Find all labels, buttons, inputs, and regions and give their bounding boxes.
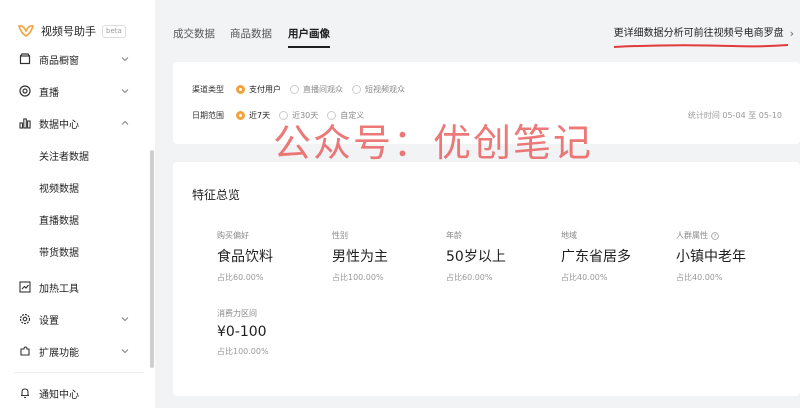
chevron-down-icon bbox=[121, 89, 129, 94]
feature-label: 地域 bbox=[561, 231, 577, 240]
sidebar-item-shop-window[interactable]: 商品橱窗 bbox=[0, 47, 150, 71]
feature-ratio: 占比40.00% bbox=[676, 273, 723, 282]
sidebar-subitem-sales-data[interactable]: 带货数据 bbox=[39, 241, 79, 261]
radio-last-7-days[interactable]: 近7天 bbox=[236, 110, 270, 121]
tab-transaction-data[interactable]: 成交数据 bbox=[173, 24, 215, 44]
feature-age: 年龄 50岁以上 占比60.00% bbox=[446, 230, 556, 283]
feature-value: 50岁以上 bbox=[446, 249, 506, 265]
live-icon bbox=[19, 85, 31, 97]
beta-badge: beta bbox=[102, 24, 126, 38]
feature-purchase-preference: 购买偏好 食品饮料 占比60.00% bbox=[217, 230, 327, 283]
feature-label-text: 人群属性 bbox=[676, 231, 708, 240]
sidebar-divider bbox=[14, 372, 144, 373]
puzzle-icon bbox=[20, 346, 30, 356]
chevron-right-icon: › bbox=[789, 27, 794, 40]
radio-live-viewers[interactable]: 直播间观众 bbox=[290, 84, 343, 95]
gear-icon bbox=[19, 313, 31, 325]
feature-label: 人群属性 ? bbox=[676, 230, 786, 241]
sidebar-subitem-live-data[interactable]: 直播数据 bbox=[39, 209, 79, 229]
sidebar-item-label: 加热工具 bbox=[39, 283, 79, 295]
feature-crowd-attribute: 人群属性 ? 小镇中老年 占比40.00% bbox=[676, 230, 786, 283]
feature-ratio: 占比40.00% bbox=[561, 273, 608, 282]
sidebar-item-label: 数据中心 bbox=[39, 119, 79, 131]
tab-product-data[interactable]: 商品数据 bbox=[230, 24, 272, 44]
channels-logo-icon bbox=[18, 25, 34, 37]
feature-value: 广东省居多 bbox=[561, 249, 631, 265]
sidebar-item-live[interactable]: 直播 bbox=[0, 79, 150, 103]
sidebar-item-data-center[interactable]: 数据中心 bbox=[0, 111, 150, 135]
feature-region: 地域 广东省居多 占比40.00% bbox=[561, 230, 671, 283]
trend-icon bbox=[19, 281, 31, 293]
compass-link-text: 更详细数据分析可前往视频号电商罗盘 bbox=[613, 28, 784, 39]
feature-label: 年龄 bbox=[446, 231, 462, 240]
sidebar-item-label: 扩展功能 bbox=[39, 347, 79, 359]
radio-label: 近7天 bbox=[249, 110, 271, 120]
chevron-up-icon bbox=[121, 120, 129, 125]
chevron-down-icon bbox=[121, 57, 129, 62]
sidebar-item-settings[interactable]: 设置 bbox=[0, 307, 150, 331]
sidebar-scrollbar[interactable] bbox=[150, 150, 154, 368]
sidebar-item-extensions[interactable]: 扩展功能 bbox=[0, 339, 150, 363]
top-tabs-bar: 成交数据 商品数据 用户画像 更详细数据分析可前往视频号电商罗盘 › bbox=[155, 0, 800, 62]
tab-user-portrait[interactable]: 用户画像 bbox=[288, 24, 330, 48]
watermark-text: 公众号：优创笔记 bbox=[273, 121, 594, 165]
sidebar-item-label: 通知中心 bbox=[39, 389, 79, 401]
sidebar-item-label: 商品橱窗 bbox=[39, 55, 79, 67]
radio-paying-users[interactable]: 支付用户 bbox=[236, 84, 281, 95]
feature-spending-range: 消费力区间 ¥0-100 占比100.00% bbox=[217, 308, 327, 357]
feature-value: 小镇中老年 bbox=[676, 249, 746, 265]
bell-icon bbox=[21, 388, 29, 399]
feature-overview-card: 特征总览 购买偏好 食品饮料 占比60.00% 性别 男性为主 占比100.00… bbox=[173, 162, 800, 396]
shop-icon bbox=[19, 53, 31, 65]
question-circle-icon[interactable]: ? bbox=[711, 231, 719, 240]
feature-ratio: 占比100.00% bbox=[217, 347, 269, 356]
radio-video-viewers[interactable]: 短视频观众 bbox=[352, 84, 405, 95]
feature-gender: 性别 男性为主 占比100.00% bbox=[332, 230, 442, 283]
sidebar-subitem-video-data[interactable]: 视频数据 bbox=[39, 177, 79, 197]
brand-name: 视频号助手 bbox=[41, 25, 96, 38]
feature-ratio: 占比100.00% bbox=[332, 273, 384, 282]
sidebar-item-notifications[interactable]: 通知中心 bbox=[0, 381, 150, 405]
chart-icon bbox=[19, 118, 31, 129]
feature-label: 性别 bbox=[332, 231, 348, 240]
radio-label: 直播间观众 bbox=[303, 84, 343, 94]
radio-dot bbox=[236, 110, 245, 120]
chevron-down-icon bbox=[121, 349, 129, 354]
radio-dot bbox=[290, 84, 299, 94]
compass-link[interactable]: 更详细数据分析可前往视频号电商罗盘 › bbox=[614, 24, 794, 44]
feature-label: 购买偏好 bbox=[217, 231, 249, 240]
feature-value: 食品饮料 bbox=[217, 249, 273, 265]
sidebar: 视频号助手 beta 商品橱窗 直播 数据中心 关注者数据 视频数据 直播数据 … bbox=[0, 0, 155, 408]
feature-ratio: 占比60.00% bbox=[446, 273, 493, 282]
sidebar-subitem-follower-data[interactable]: 关注者数据 bbox=[39, 145, 89, 165]
sidebar-item-label: 直播 bbox=[39, 87, 59, 99]
date-filter-label: 日期范围 bbox=[192, 110, 224, 120]
radio-label: 支付用户 bbox=[249, 84, 281, 94]
channel-filter-label: 渠道类型 bbox=[192, 84, 224, 94]
feature-value: ¥0-100 bbox=[217, 324, 267, 340]
sidebar-item-boost-tools[interactable]: 加热工具 bbox=[0, 275, 150, 299]
feature-value: 男性为主 bbox=[332, 249, 388, 265]
feature-label: 消费力区间 bbox=[217, 309, 257, 318]
radio-dot bbox=[352, 84, 361, 94]
channel-filter: 渠道类型 支付用户 直播间观众 短视频观众 bbox=[192, 82, 414, 96]
feature-overview-title: 特征总览 bbox=[192, 188, 241, 202]
radio-label: 短视频观众 bbox=[365, 84, 405, 94]
radio-dot bbox=[236, 84, 245, 94]
brand[interactable]: 视频号助手 beta bbox=[18, 20, 126, 42]
svg-text:?: ? bbox=[714, 233, 717, 239]
sidebar-item-label: 设置 bbox=[39, 315, 59, 327]
chevron-down-icon bbox=[121, 317, 129, 322]
red-underline-annotation bbox=[613, 44, 789, 48]
feature-ratio: 占比60.00% bbox=[217, 273, 264, 282]
stat-time: 统计时间 05-04 至 05-10 bbox=[687, 111, 782, 120]
